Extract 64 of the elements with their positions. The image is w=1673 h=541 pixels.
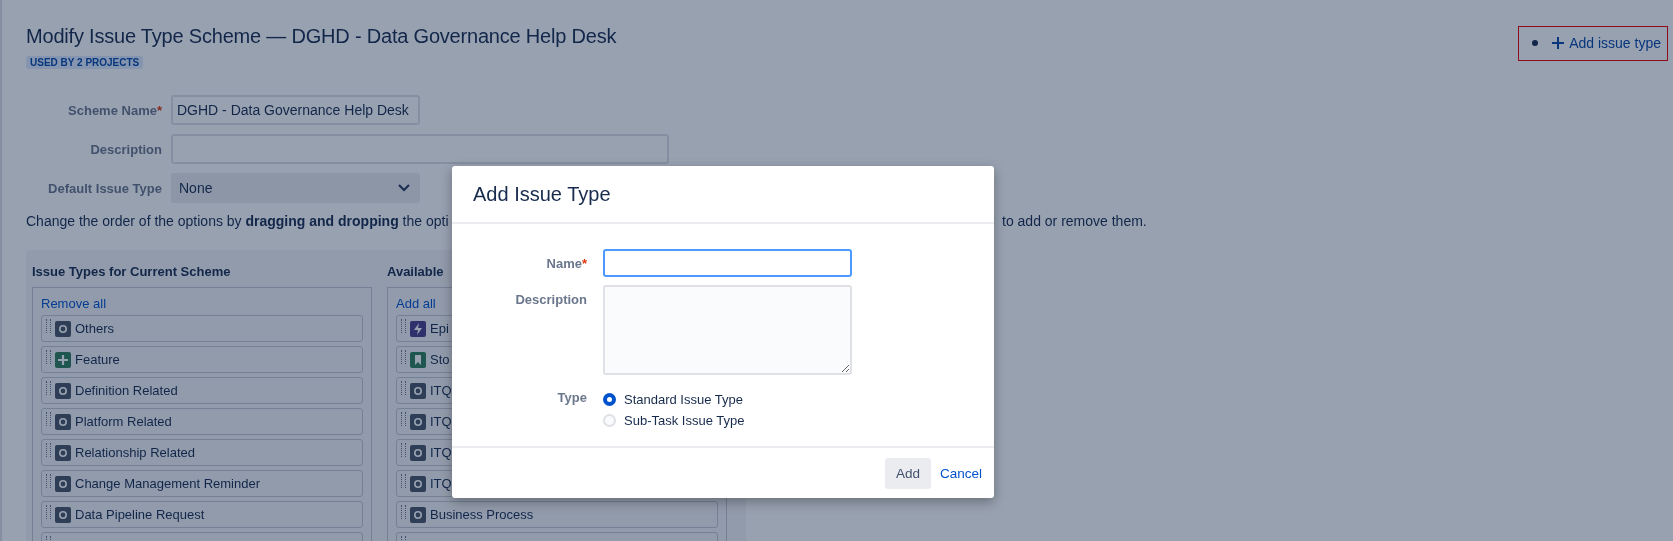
chevron-icon — [398, 184, 410, 192]
bullet-icon — [1532, 40, 1539, 46]
circle-square-icon — [410, 382, 426, 399]
scheme-name-field[interactable]: DGHD - Data Governance Help Desk — [171, 95, 420, 125]
drag-handle-icon — [401, 412, 406, 426]
field-label: Scheme Name* — [67, 102, 163, 118]
plus-icon — [1552, 37, 1565, 49]
circle-square-icon — [410, 506, 426, 523]
drag-handle-icon — [401, 350, 406, 364]
field-label: Description — [514, 291, 588, 307]
cancel-link[interactable]: Cancel — [939, 465, 982, 481]
radio-label: Standard Issue Type — [624, 392, 743, 407]
circle-square-icon — [55, 382, 71, 399]
drag-handle-icon — [46, 412, 51, 426]
circle-square-icon — [55, 320, 71, 337]
issue-type-item[interactable]: Change Management Reminder — [41, 470, 363, 497]
drag-handle-icon — [46, 381, 51, 395]
name-input[interactable] — [603, 249, 852, 277]
instruction-text: Change the order of the options by dragging and dropping the opti — [26, 213, 449, 229]
column-heading: Available — [387, 263, 444, 281]
drag-handle-icon — [401, 443, 406, 457]
drag-handle-icon — [401, 319, 406, 333]
field-label: Type — [556, 389, 588, 405]
plus-square-icon — [55, 351, 71, 368]
issue-type-item[interactable]: Business Process — [396, 501, 718, 528]
description-field[interactable] — [171, 134, 669, 164]
issue-type-item[interactable]: Definition Related — [41, 377, 363, 404]
add-issue-type-link[interactable]: Add issue type — [1552, 35, 1661, 51]
issue-type-item[interactable]: Others — [41, 315, 363, 342]
drag-handle-icon — [401, 381, 406, 395]
projects-badge: USED BY 2 PROJECTS — [26, 56, 144, 69]
issue-type-item[interactable]: Feature — [41, 346, 363, 373]
circle-square-icon — [55, 506, 71, 523]
circle-square-icon — [410, 475, 426, 492]
circle-square-icon — [410, 413, 426, 430]
field-label: Description — [89, 141, 163, 157]
page-title: Modify Issue Type Scheme — DGHD - Data Governance Help Desk — [26, 25, 617, 48]
lightning-icon — [410, 320, 426, 337]
field-label: Default Issue Type — [47, 180, 163, 196]
drag-handle-icon — [46, 350, 51, 364]
add-button[interactable]: Add — [884, 457, 931, 489]
issue-type-item[interactable]: Relationship Related — [41, 439, 363, 466]
circle-square-icon — [55, 444, 71, 461]
description-textarea[interactable] — [603, 285, 852, 375]
instruction-text: to add or remove them. — [1002, 213, 1147, 229]
dialog-title: Add Issue Type — [473, 182, 611, 206]
default-issue-type-select[interactable]: None — [171, 173, 420, 203]
column-heading: Issue Types for Current Scheme — [32, 263, 231, 281]
drag-handle-icon — [401, 505, 406, 519]
drag-handle-icon — [46, 319, 51, 333]
radio-label: Sub-Task Issue Type — [624, 413, 745, 428]
radio-button[interactable] — [603, 393, 616, 406]
field-label: Name* — [545, 255, 588, 271]
circle-square-icon — [55, 413, 71, 430]
drag-handle-icon — [401, 474, 406, 488]
drag-handle-icon — [46, 443, 51, 457]
list-action-link[interactable]: Remove all — [41, 296, 363, 311]
issue-type-item[interactable]: Platform Related — [41, 408, 363, 435]
bookmark-icon — [410, 351, 426, 368]
issue-type-item[interactable]: Data Pipeline Request — [41, 501, 363, 528]
circle-square-icon — [410, 444, 426, 461]
drag-handle-icon — [46, 505, 51, 519]
drag-handle-icon — [46, 474, 51, 488]
circle-square-icon — [55, 475, 71, 492]
